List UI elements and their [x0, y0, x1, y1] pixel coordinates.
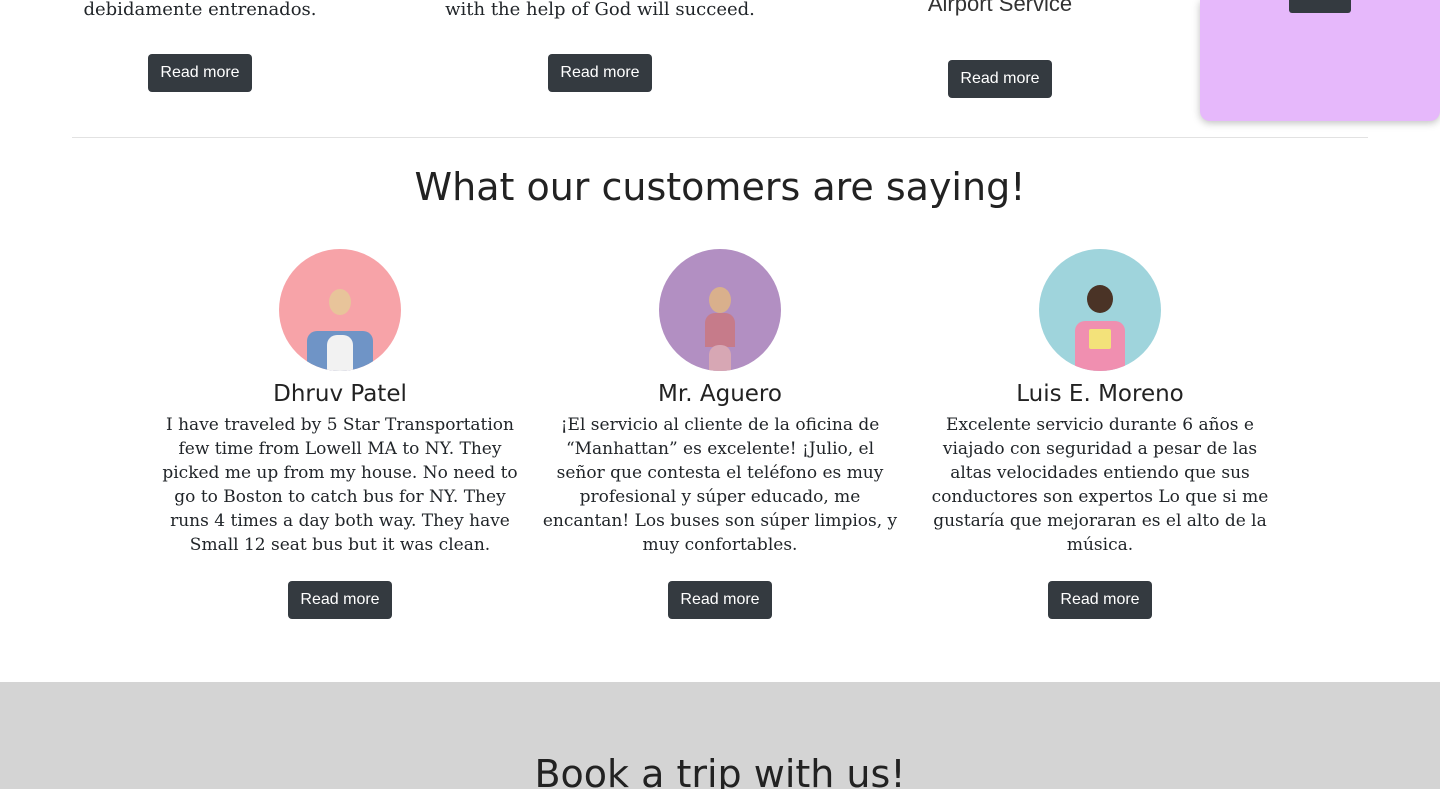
- person-avatar-icon: [1039, 249, 1161, 371]
- customer-name: Luis E. Moreno: [1016, 381, 1184, 407]
- person-avatar-icon: [279, 249, 401, 371]
- testimonial-card: Mr. Aguero ¡El servicio al cliente de la…: [540, 249, 900, 619]
- floating-panel: [1200, 0, 1440, 121]
- customer-quote: ¡El servicio al cliente de la oficina de…: [542, 415, 898, 555]
- read-more-button[interactable]: Read more: [668, 581, 772, 619]
- card-bilingual-drivers: debidamente entrenados. Read more: [40, 0, 360, 92]
- testimonials-title: What our customers are saying!: [414, 165, 1026, 209]
- customer-name: Dhruv Patel: [273, 381, 407, 407]
- testimonial-card: Luis E. Moreno Excelente servicio durant…: [920, 249, 1280, 619]
- customer-quote: I have traveled by 5 Star Transportation…: [162, 415, 518, 555]
- panel-button[interactable]: [1289, 0, 1351, 13]
- read-more-button[interactable]: Read more: [548, 54, 652, 92]
- read-more-button[interactable]: Read more: [148, 54, 252, 92]
- read-more-button[interactable]: Read more: [288, 581, 392, 619]
- testimonial-card: Dhruv Patel I have traveled by 5 Star Tr…: [160, 249, 520, 619]
- card-text: with the help of God will succeed.: [445, 0, 755, 20]
- customer-name: Mr. Aguero: [658, 381, 782, 407]
- booking-section: Book a trip with us!: [0, 682, 1440, 789]
- card-mission: with the help of God will succeed. Read …: [440, 0, 760, 92]
- customer-quote: Excelente servicio durante 6 años e viaj…: [931, 415, 1269, 555]
- card-airport-service: Airport Service Read more: [840, 0, 1160, 98]
- person-avatar-icon: [659, 249, 781, 371]
- card-text: debidamente entrenados.: [83, 0, 317, 20]
- read-more-button[interactable]: Read more: [1048, 581, 1152, 619]
- read-more-button[interactable]: Read more: [948, 60, 1052, 98]
- booking-title: Book a trip with us!: [534, 752, 906, 789]
- card-title: Airport Service: [927, 0, 1073, 16]
- section-divider: [72, 137, 1368, 138]
